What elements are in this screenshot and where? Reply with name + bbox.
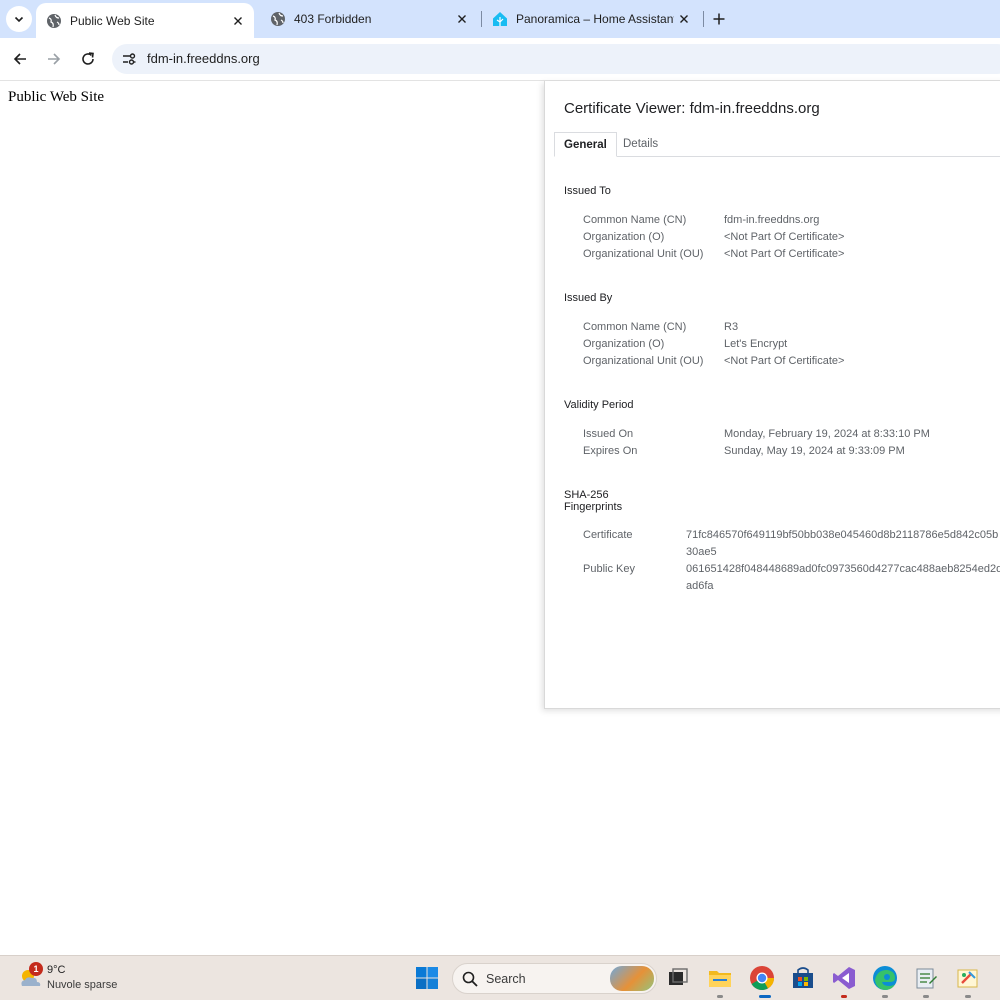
tab-strip: Public Web Site 403 Forbidden Panoramica… [0, 0, 1000, 38]
plus-icon [713, 13, 725, 25]
tab-title: 403 Forbidden [294, 12, 372, 26]
fingerprint-line: 71fc846570f649119bf50bb038e045460d8b2118… [686, 529, 999, 541]
chrome-icon[interactable] [749, 965, 775, 991]
paint-icon[interactable] [955, 965, 981, 991]
address-url[interactable]: fdm-in.freeddns.org [147, 51, 260, 66]
edge-icon[interactable] [872, 965, 898, 991]
tab-details[interactable]: Details [614, 132, 667, 157]
field-label: Organization (O) [583, 231, 665, 243]
microsoft-store-icon[interactable] [790, 965, 816, 991]
address-bar[interactable]: fdm-in.freeddns.org [112, 44, 1000, 74]
certificate-viewer-title: Certificate Viewer: fdm-in.freeddns.org [564, 100, 820, 117]
task-view-icon[interactable] [665, 965, 691, 991]
field-value: R3 [724, 321, 739, 333]
field-label: Organizational Unit (OU) [583, 248, 704, 260]
tab-close-button[interactable] [674, 9, 694, 29]
home-assistant-icon [493, 12, 507, 26]
section-issued-to: Issued To [564, 185, 611, 197]
visual-studio-icon[interactable] [831, 965, 857, 991]
globe-icon [271, 12, 285, 26]
reload-button[interactable] [77, 48, 99, 70]
close-icon [234, 16, 242, 25]
certificate-tabs: General Details [554, 132, 1000, 157]
running-indicator [882, 995, 888, 998]
tab-home-assistant[interactable]: Panoramica – Home Assistant [482, 0, 700, 38]
search-highlight-image [610, 966, 654, 991]
field-value: <Not Part Of Certificate> [724, 231, 845, 243]
field-label: Issued On [583, 428, 634, 440]
fingerprint-certificate: 71fc846570f649119bf50bb038e045460d8b2118… [686, 527, 1000, 561]
globe-icon [47, 13, 61, 28]
field-label: Certificate [583, 529, 633, 541]
site-settings-icon[interactable] [121, 51, 137, 67]
taskbar-search-label: Search [486, 972, 526, 986]
field-value: <Not Part Of Certificate> [724, 248, 845, 260]
fingerprint-line: 061651428f048448689ad0fc0973560d4277cac4… [686, 563, 1000, 575]
tab-general[interactable]: General [554, 132, 617, 157]
back-button[interactable] [9, 48, 31, 70]
search-icon [462, 971, 478, 987]
weather-badge: 1 [29, 962, 43, 976]
section-fingerprints-line1: SHA-256 [564, 489, 609, 501]
certificate-viewer-dialog: Certificate Viewer: fdm-in.freeddns.org … [544, 81, 1000, 709]
field-value: Monday, February 19, 2024 at 8:33:10 PM [724, 428, 930, 440]
tab-public-web-site[interactable]: Public Web Site [36, 3, 254, 38]
field-label: Public Key [583, 563, 635, 575]
page-heading: Public Web Site [8, 89, 105, 105]
section-fingerprints-line2: Fingerprints [564, 501, 623, 513]
running-indicator [759, 995, 771, 998]
running-indicator [841, 995, 847, 998]
arrow-right-icon [48, 53, 61, 65]
close-icon [680, 15, 688, 23]
fingerprint-public-key: 061651428f048448689ad0fc0973560d4277cac4… [686, 561, 1000, 595]
taskbar: 1 9°C Nuvole sparse Search [0, 955, 1000, 1000]
arrow-left-icon [13, 53, 26, 65]
tab-search-button[interactable] [6, 6, 32, 32]
running-indicator [923, 995, 929, 998]
field-label: Expires On [583, 445, 638, 457]
tab-separator [703, 11, 704, 27]
tab-title: Panoramica – Home Assistant [516, 12, 674, 26]
tab-403-forbidden[interactable]: 403 Forbidden [260, 0, 478, 38]
weather-temperature: 9°C [47, 964, 66, 976]
taskbar-search-box[interactable]: Search [452, 963, 657, 994]
running-indicator [965, 995, 971, 998]
notepad-icon[interactable] [913, 965, 939, 991]
fingerprint-line: 30ae5 [686, 546, 717, 558]
chevron-down-icon [14, 16, 24, 23]
field-label: Common Name (CN) [583, 214, 687, 226]
field-label: Organization (O) [583, 338, 665, 350]
tab-close-button[interactable] [228, 11, 248, 31]
windows-start-icon[interactable] [415, 966, 439, 990]
fingerprint-line: ad6fa [686, 580, 714, 592]
section-validity-period: Validity Period [564, 399, 634, 411]
field-value: Let's Encrypt [724, 338, 788, 350]
tab-title: Public Web Site [70, 13, 155, 28]
field-value: <Not Part Of Certificate> [724, 355, 845, 367]
new-tab-button[interactable] [708, 8, 730, 30]
field-value: fdm-in.freeddns.org [724, 214, 820, 226]
field-value: Sunday, May 19, 2024 at 9:33:09 PM [724, 445, 905, 457]
forward-button[interactable] [43, 48, 65, 70]
close-icon [458, 15, 466, 23]
weather-description: Nuvole sparse [47, 979, 118, 991]
field-label: Common Name (CN) [583, 321, 687, 333]
file-explorer-icon[interactable] [707, 965, 733, 991]
reload-icon [82, 52, 94, 65]
tab-close-button[interactable] [452, 9, 472, 29]
running-indicator [717, 995, 723, 998]
field-label: Organizational Unit (OU) [583, 355, 704, 367]
section-issued-by: Issued By [564, 292, 613, 304]
browser-toolbar: fdm-in.freeddns.org [0, 38, 1000, 81]
